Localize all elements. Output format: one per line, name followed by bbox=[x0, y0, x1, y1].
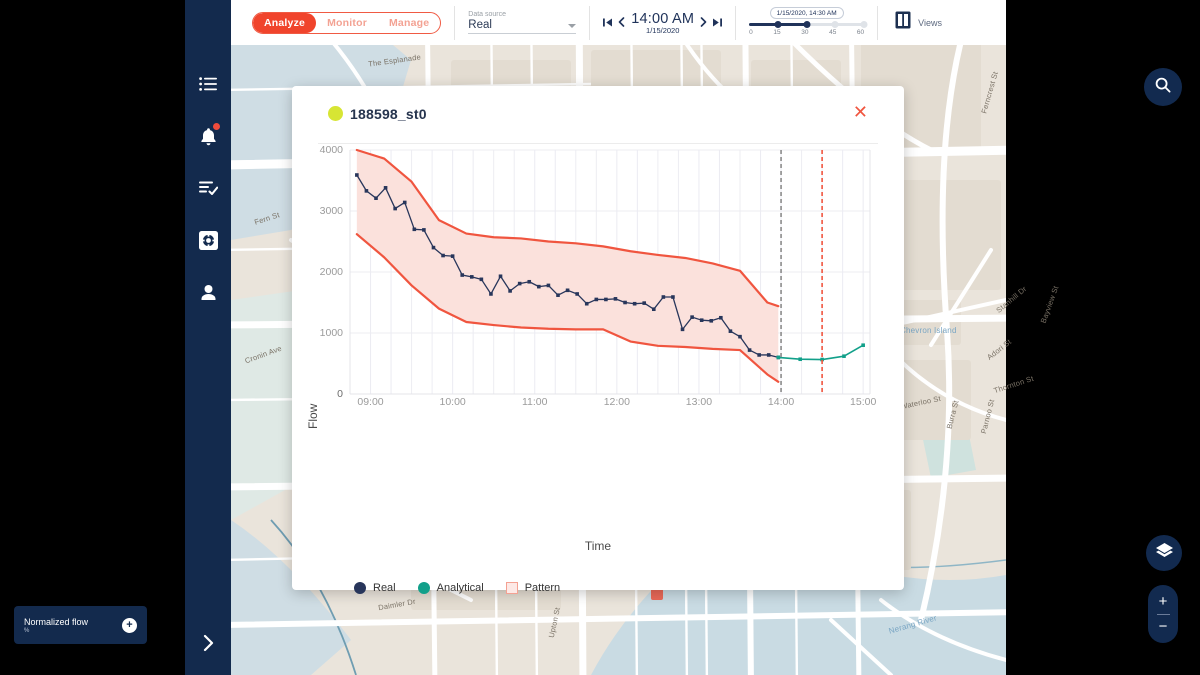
sidebar-item-profile[interactable] bbox=[185, 268, 231, 316]
chart-y-tick-label: 1000 bbox=[319, 327, 343, 339]
map-search-button[interactable] bbox=[1144, 68, 1182, 106]
tab-monitor[interactable]: Monitor bbox=[316, 13, 378, 33]
chart-x-tick-label: 11:00 bbox=[521, 396, 548, 408]
sidebar-item-tasks[interactable] bbox=[185, 164, 231, 212]
chevron-right-icon bbox=[203, 634, 214, 657]
legend-label: Pattern bbox=[524, 582, 561, 594]
sidebar-item-alerts[interactable] bbox=[185, 112, 231, 160]
current-date-value: 1/15/2020 bbox=[646, 25, 680, 35]
legend-item-pattern[interactable]: Pattern bbox=[505, 582, 561, 594]
legend-swatch bbox=[505, 582, 518, 594]
chart-plot-area bbox=[349, 148, 871, 395]
sensor-color-dot bbox=[328, 106, 343, 121]
divider bbox=[454, 5, 456, 40]
tasks-check-icon bbox=[198, 181, 218, 196]
chart-y-tick-label: 4000 bbox=[319, 144, 343, 156]
rail-expand-button[interactable] bbox=[185, 625, 231, 665]
chart-y-tick-label: 2000 bbox=[319, 266, 343, 278]
step-next-button[interactable] bbox=[700, 16, 707, 30]
close-icon[interactable]: ✕ bbox=[853, 103, 868, 121]
chart-x-tick-label: 10:00 bbox=[439, 396, 466, 408]
views-button[interactable]: Views bbox=[895, 11, 942, 34]
slider-stop-60[interactable] bbox=[860, 21, 868, 28]
map-zoom-controls[interactable]: + − bbox=[1148, 585, 1178, 643]
map-label: Chevron Island bbox=[900, 326, 957, 335]
slider-handle-start[interactable] bbox=[774, 21, 782, 28]
legend-item-analytical[interactable]: Analytical bbox=[417, 582, 484, 594]
settings-box-icon bbox=[198, 230, 218, 250]
chart-y-tick-label: 3000 bbox=[319, 205, 343, 217]
jump-last-button[interactable] bbox=[713, 16, 723, 30]
slider-tick: 15 bbox=[773, 29, 781, 36]
zoom-out-button[interactable]: − bbox=[1159, 615, 1168, 639]
slider-tick: 30 bbox=[801, 29, 809, 36]
slider-ticks: 0 15 30 45 60 bbox=[749, 29, 864, 36]
slider-track[interactable] bbox=[749, 21, 868, 28]
divider bbox=[589, 5, 591, 40]
modal-title: 188598_st0 bbox=[350, 106, 427, 122]
current-time-value: 14:00 AM bbox=[631, 10, 695, 27]
sidebar-item-list[interactable] bbox=[185, 60, 231, 108]
current-time-display[interactable]: 14:00 AM 1/15/2020 bbox=[631, 11, 694, 35]
legend-swatch bbox=[354, 582, 366, 594]
data-source-label: Data source bbox=[468, 11, 507, 18]
map-layers-button[interactable] bbox=[1146, 535, 1182, 571]
legend-label: Real bbox=[373, 582, 396, 594]
chart-x-tick-label: 15:00 bbox=[850, 396, 877, 408]
modal-header: 188598_st0 ✕ bbox=[292, 86, 904, 144]
slider-stop-45[interactable] bbox=[831, 21, 839, 28]
map-label: Bayview St bbox=[1038, 284, 1061, 325]
left-nav-rail bbox=[185, 0, 231, 675]
slider-tick: 60 bbox=[856, 29, 865, 36]
time-range-slider[interactable]: 1/15/2020, 14:30 AM 0 15 30 45 60 bbox=[749, 7, 868, 36]
search-icon bbox=[1155, 77, 1171, 98]
mode-segmented-control[interactable]: Analyze Monitor Manage bbox=[252, 11, 442, 34]
chart-y-axis-label: Flow bbox=[306, 403, 320, 429]
legend-label: Analytical bbox=[436, 582, 484, 594]
chart-legend: Real Analytical Pattern bbox=[354, 582, 560, 594]
data-source-value: Real bbox=[468, 19, 492, 31]
normalized-flow-card[interactable]: Normalized flow % + bbox=[14, 606, 147, 644]
normalized-flow-title: Normalized flow bbox=[24, 616, 89, 627]
user-icon bbox=[200, 284, 217, 301]
legend-swatch bbox=[417, 582, 430, 594]
tab-manage[interactable]: Manage bbox=[378, 13, 440, 33]
chart-x-tick-label: 12:00 bbox=[603, 396, 630, 408]
app-root: The EsplanadeMosrop StFerncrest StChevro… bbox=[0, 0, 1200, 675]
step-prev-button[interactable] bbox=[618, 16, 625, 30]
normalized-flow-unit: % bbox=[24, 627, 30, 634]
layers-icon bbox=[1155, 542, 1173, 564]
time-navigator: 14:00 AM 1/15/2020 bbox=[603, 11, 723, 35]
top-toolbar: Analyze Monitor Manage Data source Real … bbox=[231, 0, 1006, 45]
list-icon bbox=[199, 77, 217, 91]
slider-handle-end[interactable] bbox=[803, 21, 811, 28]
data-source-select[interactable]: Data source Real bbox=[468, 11, 577, 34]
tab-analyze[interactable]: Analyze bbox=[253, 12, 317, 33]
chart-modal: 188598_st0 ✕ Flow Time 0 1000 2000 3000 4000… bbox=[292, 86, 904, 594]
zoom-in-button[interactable]: + bbox=[1159, 590, 1168, 614]
divider bbox=[735, 5, 737, 40]
chart-y-tick-label: 0 bbox=[337, 388, 343, 400]
chart-x-tick-label: 09:00 bbox=[357, 396, 384, 408]
legend-item-real[interactable]: Real bbox=[354, 582, 396, 594]
plus-circle-icon[interactable]: + bbox=[122, 617, 137, 633]
alerts-badge bbox=[213, 123, 220, 130]
slider-tooltip: 1/15/2020, 14:30 AM bbox=[769, 7, 844, 19]
sidebar-item-settings[interactable] bbox=[185, 216, 231, 264]
divider bbox=[877, 5, 879, 40]
views-label: Views bbox=[918, 17, 943, 28]
slider-tick: 45 bbox=[829, 29, 837, 36]
slider-tick: 0 bbox=[749, 29, 753, 36]
chart-x-axis-label: Time bbox=[584, 539, 612, 553]
chevron-down-icon[interactable] bbox=[568, 24, 577, 28]
chart-x-tick-label: 13:00 bbox=[685, 396, 713, 408]
jump-first-button[interactable] bbox=[603, 16, 613, 30]
views-book-icon bbox=[895, 11, 911, 34]
flow-chart: Flow Time 0 1000 2000 3000 4000 09:00 10:00 11… bbox=[292, 144, 904, 594]
chart-x-tick-label: 14:00 bbox=[767, 396, 795, 408]
